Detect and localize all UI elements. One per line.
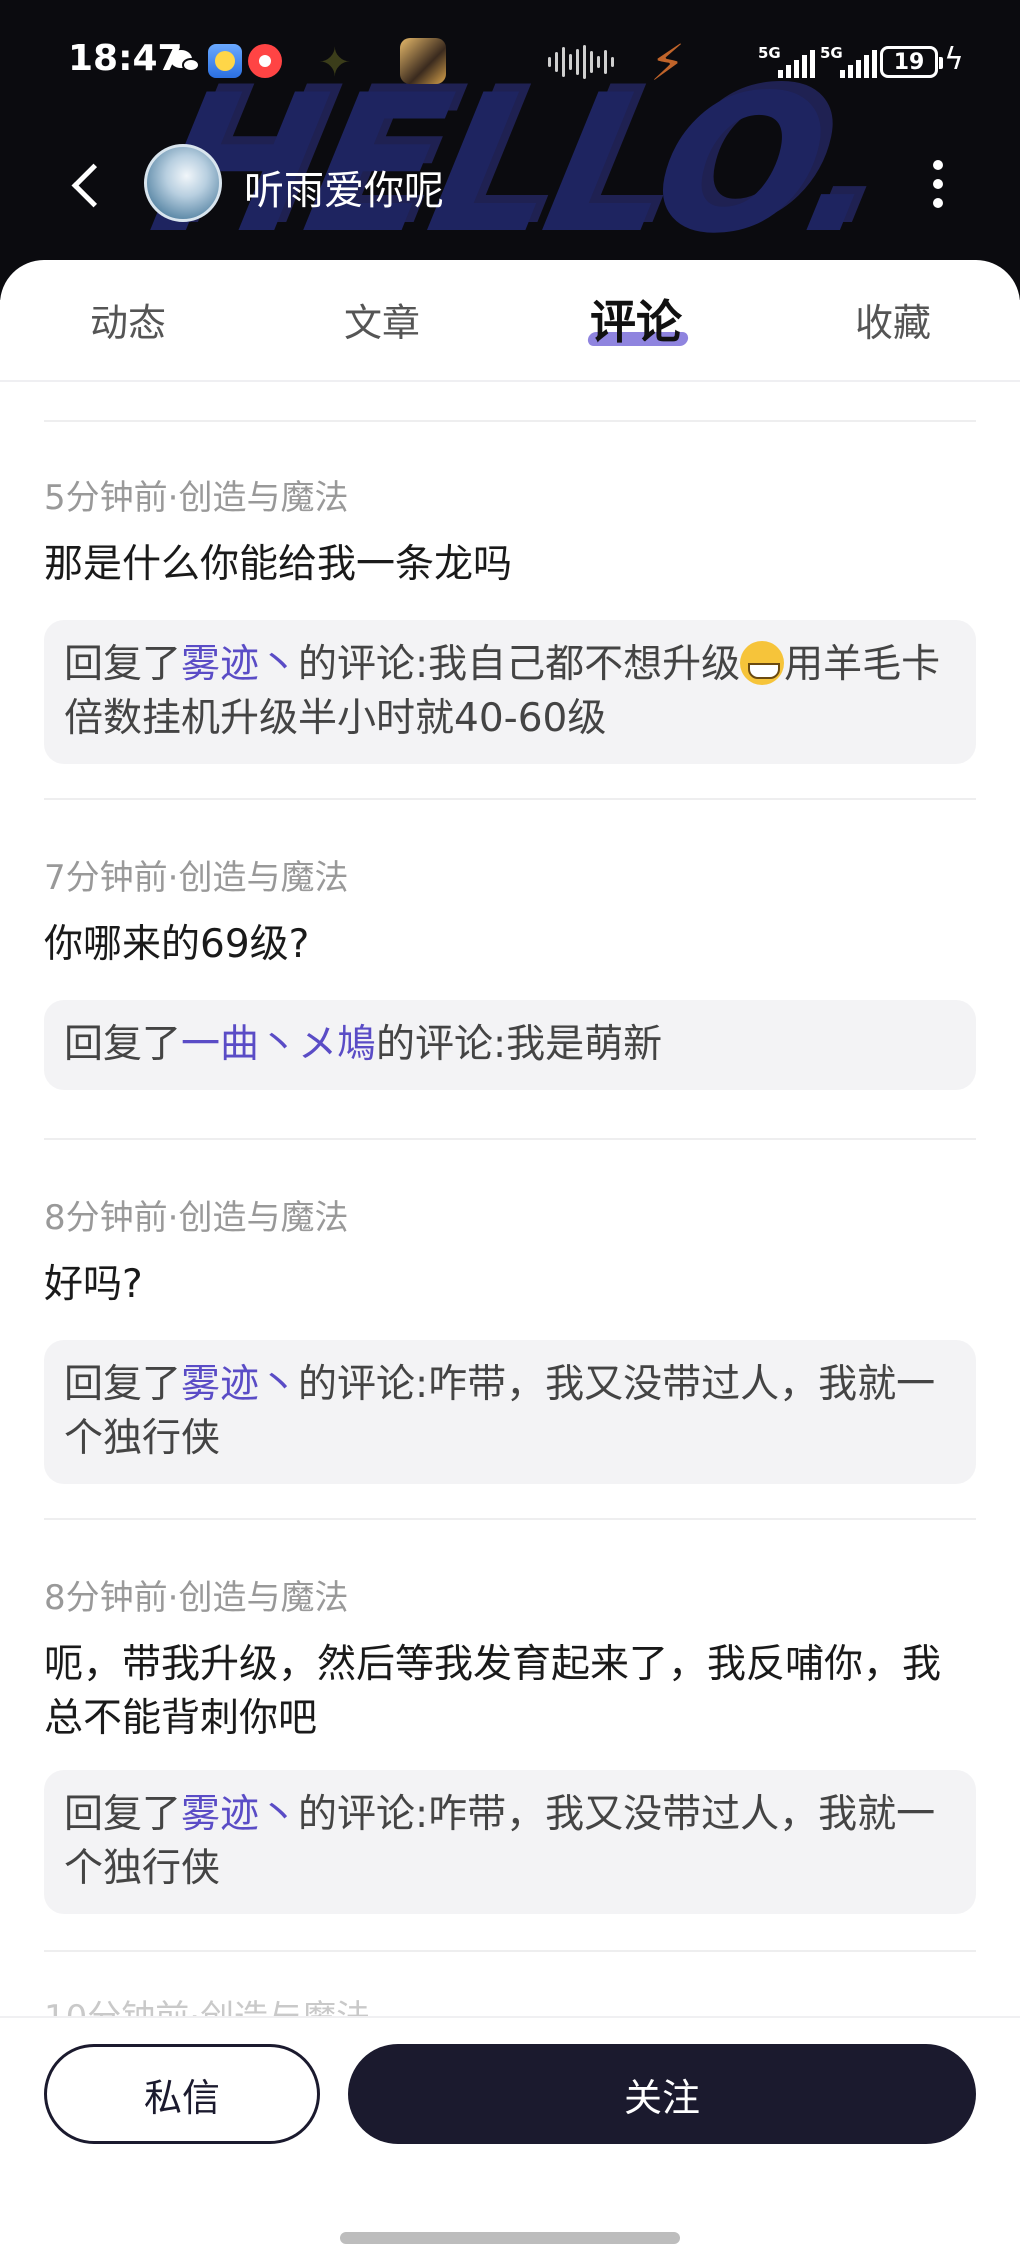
sparkle-icon: ✦ [318,40,352,86]
comment-meta: 8分钟前·创造与魔法 [44,1578,349,1618]
tab-dynamics[interactable]: 动态 [90,292,166,347]
wechat-icon [168,44,202,78]
grin-emoji-icon [740,641,785,685]
comment-meta-peek: 10分钟前·创造与魔法 [44,1998,371,2018]
avatar[interactable] [144,144,222,222]
comment-meta: 5分钟前·创造与魔法 [44,478,349,518]
tab-comments[interactable]: 评论 [590,286,682,352]
divider [44,1138,976,1140]
comment-content: 呃，带我升级，然后等我发育起来了，我反哺你，我总不能背刺你吧 [44,1642,942,1741]
divider [44,1950,976,1952]
comment-item[interactable]: 5分钟前·创造与魔法 那是什么你能给我一条龙吗 回复了雾迹丶的评论:我自己都不想… [44,470,976,764]
charging-icon: ϟ [944,42,964,77]
reply-prefix: 回复了 [64,1792,182,1837]
reply-quote[interactable]: 回复了一曲丶メ鳩的评论:我是萌新 [44,1000,976,1090]
profile-nav: 听雨爱你呢 [0,130,1020,240]
reply-quote[interactable]: 回复了雾迹丶的评论:我自己都不想升级 用羊毛卡倍数挂机升级半小时就40-60级 [44,620,976,764]
reply-text: 的评论:我自己都不想升级 [298,642,741,687]
reply-quote[interactable]: 回复了雾迹丶的评论:咋带，我又没带过人，我就一个独行侠 [44,1770,976,1914]
reply-user-link[interactable]: 一曲丶メ鳩 [181,1022,376,1067]
follow-button[interactable]: 关注 [348,2044,976,2144]
comment-item[interactable]: 7分钟前·创造与魔法 你哪来的69级? 回复了一曲丶メ鳩的评论:我是萌新 [44,850,976,1090]
status-bar: 18:47 ✦ ⚡ 5G 5G 19 ϟ [0,0,1020,120]
comment-item[interactable]: 8分钟前·创造与魔法 呃，带我升级，然后等我发育起来了，我反哺你，我总不能背刺你… [44,1570,976,1914]
profile-username: 听雨爱你呢 [244,168,444,214]
signal-icon: 5G [820,44,877,80]
message-button[interactable]: 私信 [44,2044,320,2144]
more-vertical-icon[interactable] [920,156,956,212]
comment-content: 好吗? [44,1262,143,1307]
reply-text: 的评论:我是萌新 [376,1022,663,1067]
comment-item[interactable]: 8分钟前·创造与魔法 好吗? 回复了雾迹丶的评论:咋带，我又没带过人，我就一个独… [44,1190,976,1484]
status-time: 18:47 [68,38,183,79]
bottom-action-bar: 私信 关注 [0,2016,1020,2264]
comment-meta: 7分钟前·创造与魔法 [44,858,349,898]
game-app-icon [400,38,446,84]
profile-banner: HELLO. HELLO. 18:47 ✦ ⚡ 5G 5G 19 ϟ 听雨爱你呢 [0,0,1020,300]
comment-content: 你哪来的69级? [44,922,310,967]
content-sheet: 动态 文章 评论 收藏 5分钟前·创造与魔法 那是什么你能给我一条龙吗 回复了雾… [0,260,1020,2264]
app-notification-icon [248,44,282,78]
battery-icon: 19 [880,46,943,78]
back-arrow-icon[interactable] [62,158,112,208]
tab-favorites[interactable]: 收藏 [855,292,931,347]
signal-icon: 5G [758,44,815,80]
divider [44,420,976,422]
reply-prefix: 回复了 [64,1022,182,1067]
reply-user-link[interactable]: 雾迹丶 [181,1362,298,1407]
divider [44,1518,976,1520]
reply-user-link[interactable]: 雾迹丶 [181,642,298,687]
reply-prefix: 回复了 [64,1362,182,1407]
lightning-deco-icon: ⚡ [650,34,686,92]
divider [44,798,976,800]
comment-content: 那是什么你能给我一条龙吗 [44,542,513,587]
reply-quote[interactable]: 回复了雾迹丶的评论:咋带，我又没带过人，我就一个独行侠 [44,1340,976,1484]
comment-meta: 8分钟前·创造与魔法 [44,1198,349,1238]
reply-prefix: 回复了 [64,642,182,687]
tab-bar: 动态 文章 评论 收藏 [0,260,1020,382]
weather-icon [208,44,242,78]
tab-articles[interactable]: 文章 [344,292,420,347]
reply-user-link[interactable]: 雾迹丶 [181,1792,298,1837]
home-indicator[interactable] [340,2232,680,2244]
audio-wave-icon [548,44,614,80]
